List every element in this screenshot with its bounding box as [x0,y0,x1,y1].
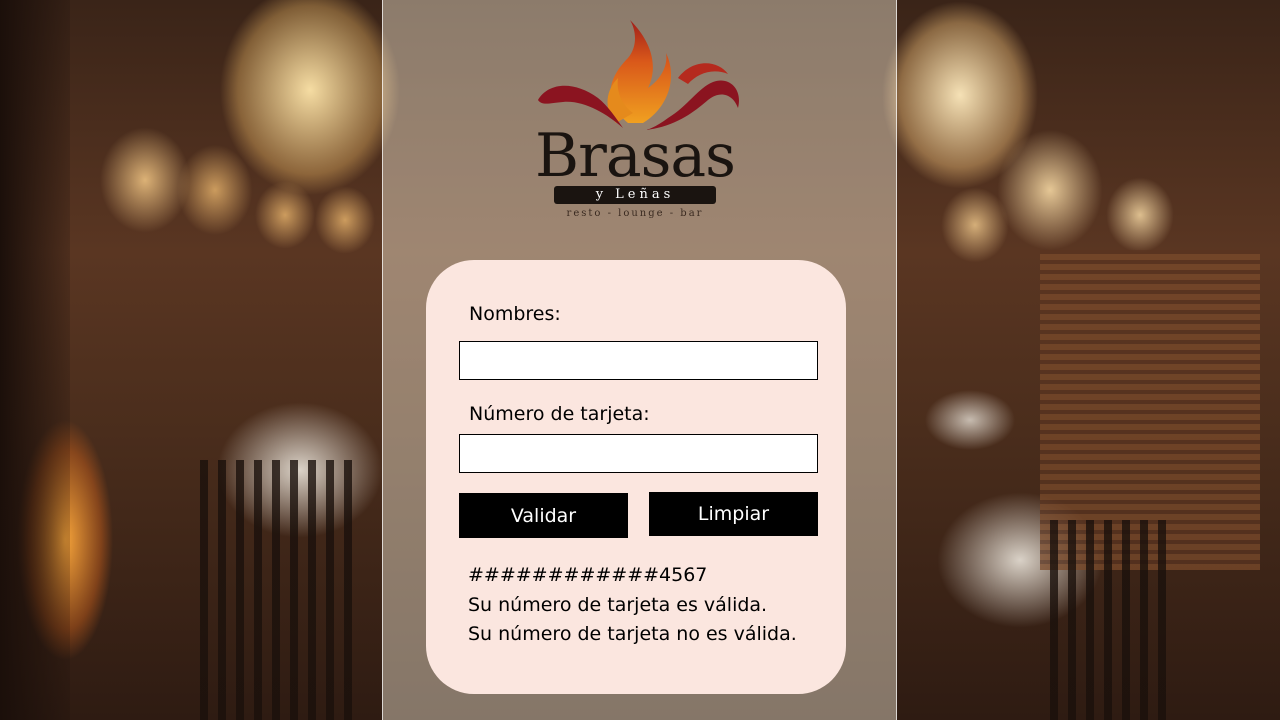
limpiar-button[interactable]: Limpiar [649,492,818,536]
chairs-right-decoration [1050,520,1170,720]
validar-button[interactable]: Validar [459,493,628,538]
invalid-message: Su número de tarjeta no es válida. [468,623,797,645]
logo-tagline: resto - lounge - bar [566,208,704,219]
logo-subtitle-band: y Leñas [554,186,716,204]
valid-message: Su número de tarjeta es válida. [468,594,768,616]
masked-card-number: ############4567 [468,564,708,586]
flame-icon [538,20,739,130]
tarjeta-label: Número de tarjeta: [469,403,650,425]
nombres-label: Nombres: [469,303,561,325]
card-form: Nombres: Número de tarjeta: Validar Limp… [426,260,846,694]
logo-wordmark: Brasas [535,121,736,191]
tarjeta-input[interactable] [459,434,818,473]
chairs-left-decoration [200,460,360,720]
brand-logo: Brasas y Leñas resto - lounge - bar [528,18,748,223]
nombres-input[interactable] [459,341,818,380]
